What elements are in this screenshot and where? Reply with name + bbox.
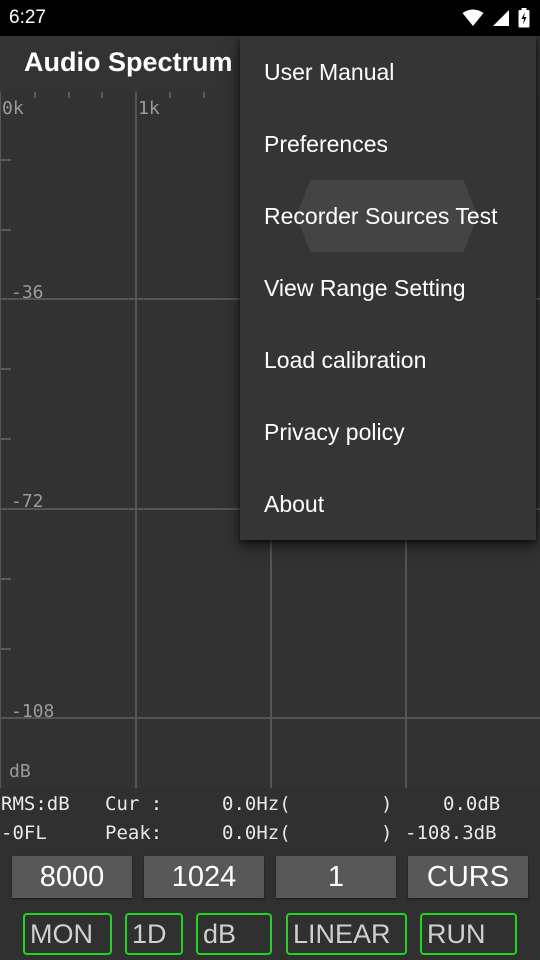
menu-item-load-calibration[interactable]: Load calibration: [240, 324, 536, 396]
rms-mode: RMS:dB: [1, 793, 70, 815]
peak-label: Peak:: [105, 822, 163, 844]
peak-value: -108.3dB: [405, 822, 497, 844]
menu-item-preferences[interactable]: Preferences: [240, 108, 536, 180]
average-button[interactable]: 1: [276, 856, 396, 898]
x-tick-label: 0k: [2, 98, 24, 119]
settings-button-row: 8000 1024 1 CURS: [0, 856, 540, 898]
wifi-icon: [462, 9, 484, 26]
cursor-paren: ): [381, 793, 393, 815]
sample-rate-button[interactable]: 8000: [12, 856, 132, 898]
overflow-indicator: -0FL: [1, 822, 47, 844]
app-title: Audio Spectrum: [24, 47, 233, 77]
monitor-toggle[interactable]: MON: [23, 913, 112, 955]
overflow-menu: User Manual Preferences Recorder Sources…: [240, 36, 536, 540]
y-unit-label: dB: [9, 761, 31, 782]
battery-charging-icon: [518, 8, 530, 28]
cursor-frequency: 0.0Hz(: [222, 793, 291, 815]
peak-frequency: 0.0Hz(: [222, 822, 291, 844]
dimension-toggle[interactable]: 1D: [125, 913, 183, 955]
toggle-button-row: MON 1D dB LINEAR RUN: [0, 913, 540, 955]
menu-item-privacy-policy[interactable]: Privacy policy: [240, 396, 536, 468]
menu-item-user-manual[interactable]: User Manual: [240, 36, 536, 108]
y-tick-label: -72: [11, 491, 44, 512]
cursor-value: 0.0dB: [443, 793, 501, 815]
y-tick-label: -36: [11, 282, 44, 303]
signal-icon: [493, 10, 509, 26]
run-toggle[interactable]: RUN: [420, 913, 517, 955]
fft-length-button[interactable]: 1024: [144, 856, 264, 898]
menu-item-view-range-setting[interactable]: View Range Setting: [240, 252, 536, 324]
cursor-label: Cur :: [105, 793, 163, 815]
status-time: 6:27: [9, 7, 46, 28]
y-tick-label: -108: [11, 701, 55, 722]
cursor-button[interactable]: CURS: [408, 856, 528, 898]
readout-current: RMS:dB Cur : 0.0Hz( ) 0.0dB: [0, 793, 540, 822]
x-tick-label: 1k: [138, 98, 160, 119]
status-bar: 6:27: [0, 0, 540, 36]
readout-peak: -0FL Peak: 0.0Hz( ) -108.3dB: [0, 822, 540, 851]
peak-paren: ): [381, 822, 393, 844]
scale-toggle[interactable]: LINEAR: [286, 913, 407, 955]
unit-toggle[interactable]: dB: [196, 913, 272, 955]
menu-item-recorder-sources-test[interactable]: Recorder Sources Test: [240, 180, 536, 252]
menu-item-about[interactable]: About: [240, 468, 536, 540]
